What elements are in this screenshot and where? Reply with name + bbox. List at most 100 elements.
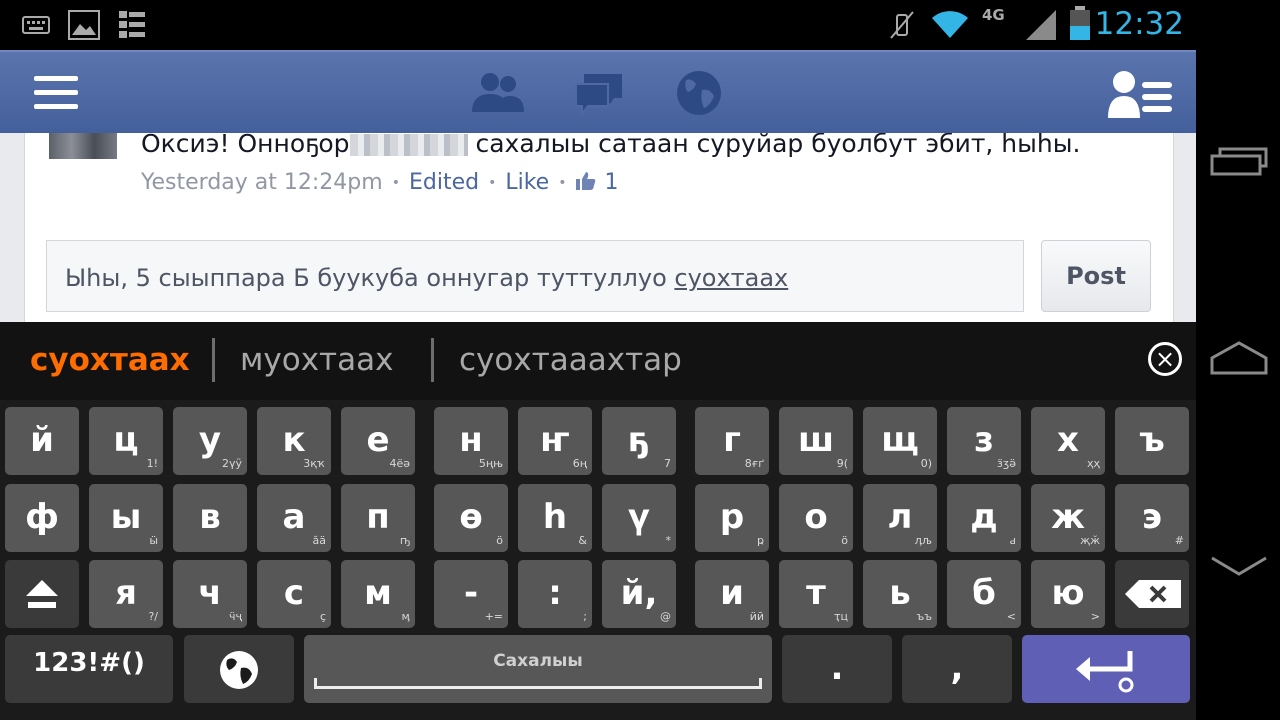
key-label: һ [542,497,568,537]
comma-key[interactable]: , [902,635,1012,703]
key-label: и [720,573,744,613]
key-hint: 4ёә [389,457,410,470]
like-link[interactable]: Like [505,170,549,195]
key-row3-7[interactable]: и ӥӣ [695,560,769,628]
key-hint: ӧ [841,534,848,547]
key-row2-6[interactable]: һ & [518,484,592,552]
language-key[interactable] [184,635,294,703]
key-row3-4[interactable]: - += [434,560,508,628]
redacted-name [349,134,468,156]
key-hint: ӟӡӛ [997,457,1016,470]
key-row3-3[interactable]: мӎ [341,560,415,628]
key-row1-0[interactable]: й [5,407,79,475]
key-row2-4[interactable]: пҧ [341,484,415,552]
wifi-icon [932,11,968,38]
key-hint: 9( [836,457,848,470]
key-hint: # [1174,534,1184,547]
clock: 12:32 [1094,6,1184,42]
key-label: : [548,573,562,613]
key-row1-9[interactable]: ш 9( [779,407,853,475]
thumbs-up-icon[interactable] [575,171,597,191]
recent-apps-icon[interactable] [1210,146,1268,176]
soft-keyboard: суохтаах муохтаах суохтааахтар × й ц 1! у 2ү… [0,322,1196,720]
key-row3-1[interactable]: ч ӵҷ [173,560,247,628]
post-button[interactable]: Post [1041,240,1151,312]
key-hint: ҭц [834,610,848,623]
key-label: э [1141,497,1163,537]
key-row3-9[interactable]: ь ъъ [863,560,937,628]
key-row1-1[interactable]: ц 1! [89,407,163,475]
key-hint: @ [660,610,671,623]
globe-icon[interactable] [676,70,722,116]
key-label: - [463,573,479,613]
key-hint: ԁ [1009,534,1016,547]
key-row2-1[interactable]: ыӹ [89,484,163,552]
key-row3-8[interactable]: т ҭц [779,560,853,628]
language-globe-icon [220,651,258,689]
key-row2-5[interactable]: өӧ [434,484,508,552]
key-row2-8[interactable]: рҏ [695,484,769,552]
key-row2-10[interactable]: л ӆљ [863,484,937,552]
key-row3-11[interactable]: ю > [1031,560,1105,628]
enter-key[interactable] [1022,635,1190,703]
key-label: у [198,420,222,460]
key-row3-5[interactable]: :; [518,560,592,628]
comment-text: Оксиэ! Онноҕор сахалыы сатаан суруйар бу… [141,129,1081,158]
key-row3-10[interactable]: б < [947,560,1021,628]
key-hint: ҧ [399,534,410,547]
like-count[interactable]: 1 [604,170,618,195]
avatar[interactable] [49,131,117,159]
profile-list-icon[interactable] [1108,70,1174,118]
messages-icon[interactable] [574,72,624,116]
menu-icon[interactable] [34,76,78,112]
space-key[interactable]: Сахалыы [304,635,772,703]
key-row2-7[interactable]: ү * [602,484,676,552]
key-label: ч [198,573,222,613]
key-row1-2[interactable]: у 2үӱ [173,407,247,475]
key-label: х [1057,420,1079,460]
comment-time[interactable]: Yesterday at 12:24pm [141,170,383,195]
key-row1-13[interactable]: ъ [1115,407,1189,475]
friends-icon[interactable] [470,70,524,114]
key-row2-3[interactable]: а ӑӓ [257,484,331,552]
key-row1-11[interactable]: з ӟӡӛ [947,407,1021,475]
key-row2-12[interactable]: ж җӂ [1031,484,1105,552]
shift-key[interactable] [5,560,79,628]
period-key[interactable]: . [782,635,892,703]
key-row3-0[interactable]: я ?/ [89,560,163,628]
key-row1-6[interactable]: ҥ 6ң [518,407,592,475]
key-hint: ӑӓ [312,534,326,547]
key-label: ө [459,497,483,537]
key-row1-8[interactable]: г 8ғґ [695,407,769,475]
key-row2-9[interactable]: оӧ [779,484,853,552]
space-label: Сахалыы [493,651,583,671]
key-label: п [366,497,390,537]
hide-keyboard-icon[interactable] [1210,554,1268,580]
key-row1-3[interactable]: к 3қҡ [257,407,331,475]
key-row1-12[interactable]: х ҳҳ [1031,407,1105,475]
key-row2-2[interactable]: в [173,484,247,552]
key-row3-2[interactable]: сҫ [257,560,331,628]
key-row1-10[interactable]: щ 0) [863,407,937,475]
key-row1-5[interactable]: н 5ңњ [434,407,508,475]
key-row2-13[interactable]: э # [1115,484,1189,552]
home-icon[interactable] [1210,340,1268,376]
key-label: й [30,420,54,460]
key-label: ү [627,497,651,537]
edited-link[interactable]: Edited [409,170,479,195]
key-label: 123!#() [33,648,145,678]
key-hint: += [484,610,503,623]
symbols-key[interactable]: 123!#() [5,635,173,703]
network-type: 4G [982,6,1005,24]
key-hint: ӆљ [914,534,932,547]
key-label: ю [1051,573,1085,613]
key-row3-6[interactable]: й, @ [602,560,676,628]
key-row2-0[interactable]: ф [5,484,79,552]
key-row2-11[interactable]: дԁ [947,484,1021,552]
key-hint: 7 [664,457,671,470]
key-row1-7[interactable]: ҕ7 [602,407,676,475]
key-hint: ҳҳ [1086,457,1100,470]
reply-input[interactable]: Ыһы, 5 сыыппара Б буукуба оннугар туттул… [46,240,1024,312]
key-row1-4[interactable]: е 4ёә [341,407,415,475]
backspace-key[interactable] [1115,560,1189,628]
